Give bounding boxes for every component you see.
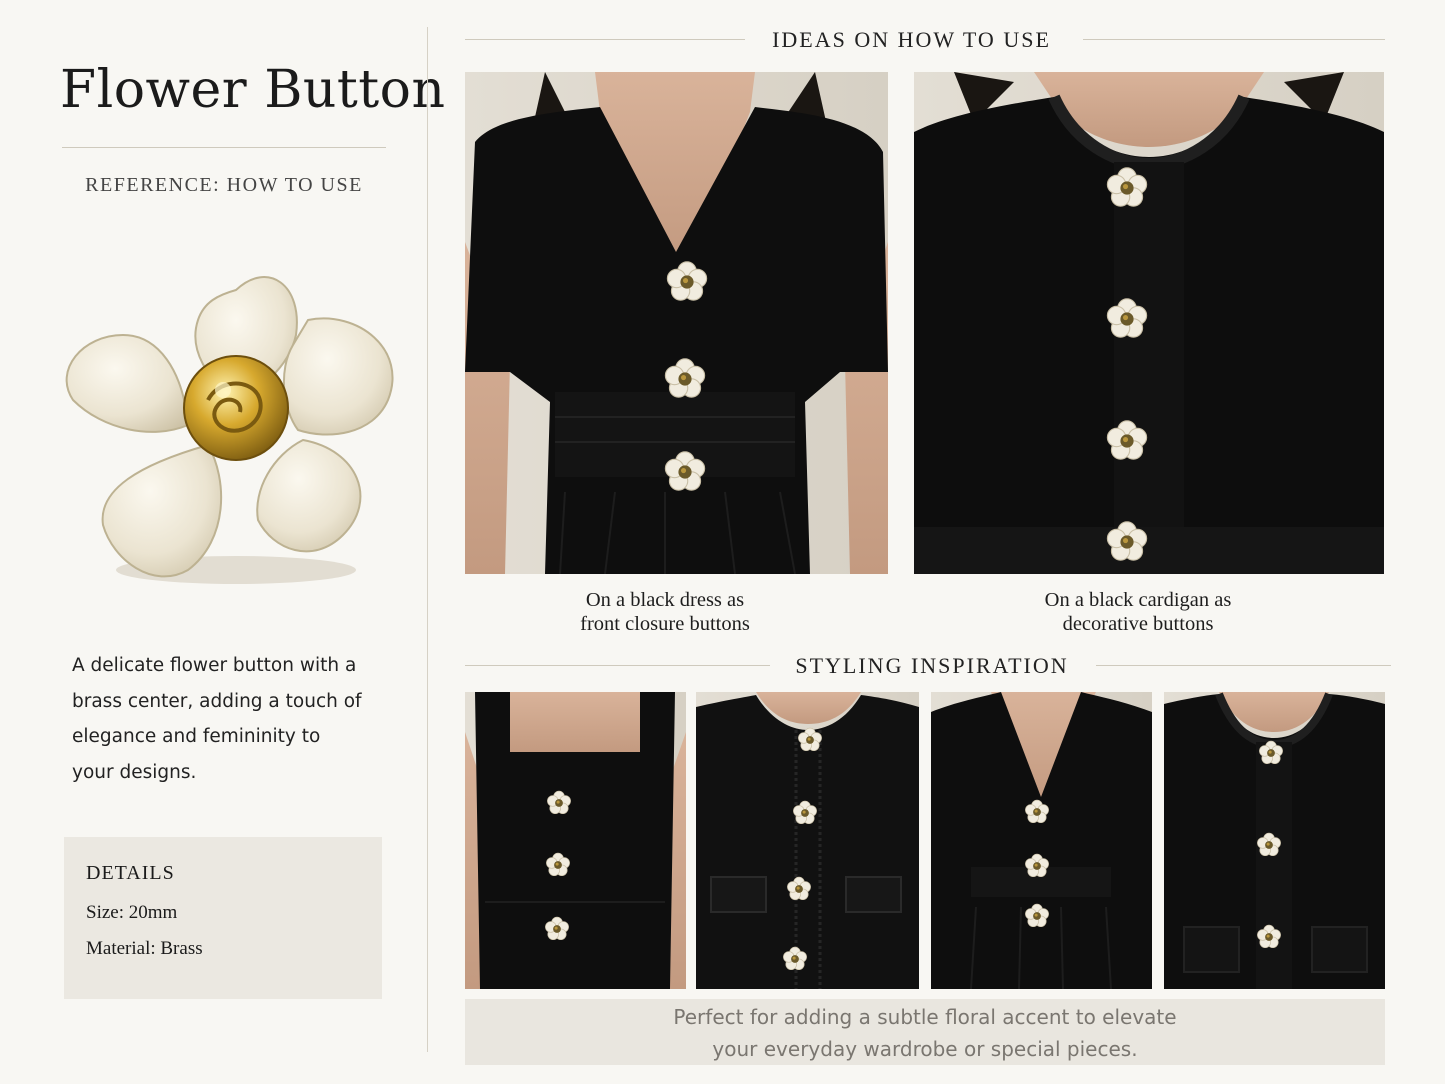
footer-text: Perfect for adding a subtle floral accen…: [673, 1005, 1177, 1061]
title-divider: [62, 147, 386, 148]
ideas-heading: IDEAS ON HOW TO USE: [772, 27, 1051, 52]
styling-heading: STYLING INSPIRATION: [795, 653, 1069, 678]
styling-rule-left: [465, 665, 770, 666]
black-dress-photo: [465, 72, 888, 574]
product-description: A delicate flower button with a brass ce…: [72, 655, 362, 783]
long-sleeve-dress-photo: [931, 692, 1152, 989]
styling-rule-right: [1096, 665, 1391, 666]
page-title: Flower Button: [60, 60, 446, 120]
flower-button-photo: [58, 250, 408, 600]
black-cardigan-photo: [914, 72, 1384, 574]
details-panel: DETAILS Size: 20mm Material: Brass: [64, 837, 382, 999]
square-neck-dress-photo: [465, 692, 686, 989]
page-subtitle: REFERENCE: HOW TO USE: [85, 174, 363, 196]
detail-material: Material: Brass: [86, 938, 203, 959]
cardigan-caption: On a black cardigan as decorative button…: [1044, 589, 1232, 635]
knit-cardigan-photo: [1164, 692, 1385, 989]
tweed-jacket-photo: [696, 692, 919, 989]
dress-caption: On a black dress as front closure button…: [580, 589, 750, 635]
ideas-rule-left: [465, 39, 745, 40]
footer-banner: Perfect for adding a subtle floral accen…: [465, 999, 1385, 1065]
detail-size: Size: 20mm: [86, 902, 178, 923]
column-divider: [427, 27, 428, 1052]
details-heading: DETAILS: [86, 862, 175, 884]
ideas-rule-right: [1083, 39, 1385, 40]
